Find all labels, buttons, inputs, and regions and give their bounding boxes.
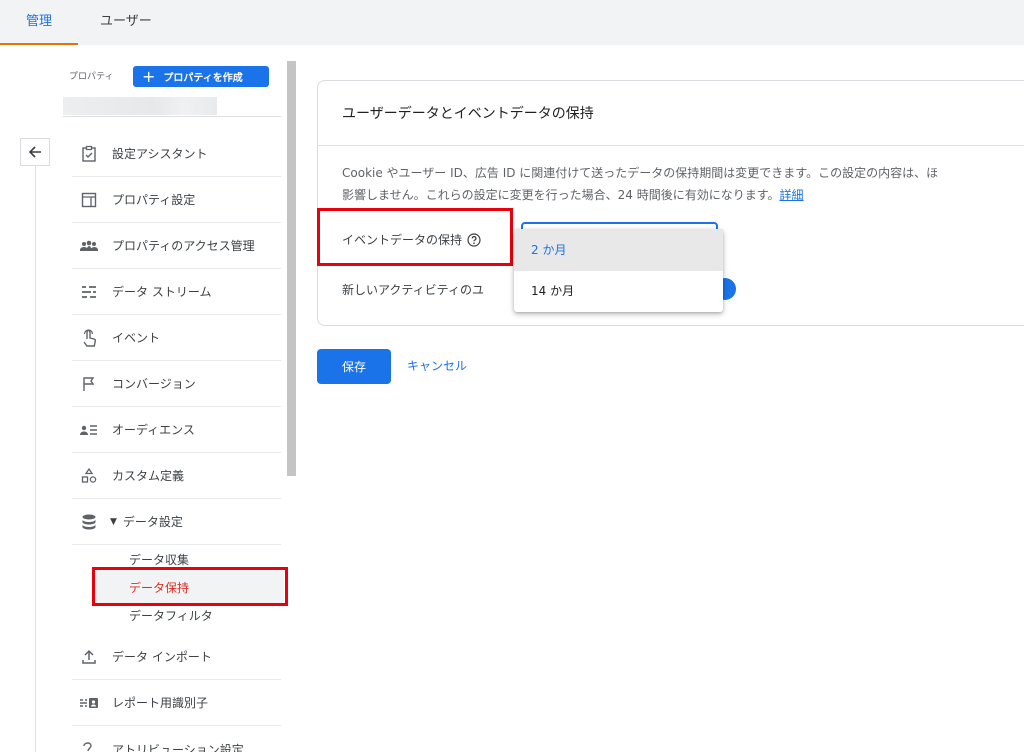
sidebar-item-custom-definitions[interactable]: カスタム定義: [72, 453, 281, 499]
database-icon: [78, 511, 100, 533]
streams-icon: [78, 281, 100, 303]
touch-icon: [78, 327, 100, 349]
sidebar-item-data-streams[interactable]: データ ストリーム: [72, 269, 281, 315]
sidebar-item-label: プロパティ設定: [112, 193, 196, 207]
caret-down-icon: ▼: [110, 516, 117, 527]
sidebar-subitem-data-collection[interactable]: データ収集: [129, 551, 189, 568]
arrow-left-icon: [28, 146, 41, 158]
active-subitem-highlight: [95, 571, 284, 604]
event-retention-text: イベントデータの保持: [342, 233, 463, 247]
tab-admin[interactable]: 管理: [0, 0, 78, 45]
sidebar-scrollbar[interactable]: [287, 61, 296, 476]
sidebar-item-events[interactable]: イベント: [72, 315, 281, 361]
description-text: 影響しません。これらの設定に変更を行った場合、24 時間後に有効になります。: [342, 188, 780, 202]
cancel-button[interactable]: キャンセル: [407, 357, 467, 374]
sidebar-item-label: コンバージョン: [112, 377, 196, 391]
retention-dropdown-menu: 2 か月 14 か月: [514, 229, 723, 312]
sidebar-item-conversions[interactable]: コンバージョン: [72, 361, 281, 407]
create-property-button[interactable]: + プロパティを作成: [133, 66, 269, 87]
event-retention-label: イベントデータの保持: [342, 231, 481, 248]
property-label: プロパティ: [69, 72, 114, 82]
card-description: Cookie やユーザー ID、広告 ID に関連付けて送ったデータの保持期間は…: [342, 162, 1024, 206]
property-selector-redacted[interactable]: [63, 97, 217, 115]
shapes-icon: [78, 465, 100, 487]
sidebar-item-property-settings[interactable]: プロパティ設定: [72, 177, 281, 223]
dropdown-option-14-months[interactable]: 14 か月: [514, 270, 723, 312]
learn-more-link[interactable]: 詳細: [780, 188, 804, 202]
top-tab-bar: 管理 ユーザー: [0, 0, 1024, 45]
sidebar-item-label: 設定アシスタント: [112, 147, 208, 161]
flag-icon: [78, 373, 100, 395]
sidebar-item-label: データ インポート: [112, 650, 212, 664]
clipboard-check-icon: [78, 143, 100, 165]
sidebar-item-label: レポート用識別子: [112, 696, 209, 710]
sidebar-item-label: データ設定: [122, 515, 183, 529]
people-icon: [78, 235, 100, 257]
sidebar-item-label: オーディエンス: [112, 423, 195, 437]
divider: [318, 145, 1024, 146]
attribution-icon: [78, 738, 100, 752]
sidebar-item-data-import[interactable]: データ インポート: [72, 634, 281, 680]
sidebar-subitem-data-filters[interactable]: データフィルタ: [129, 607, 213, 624]
description-line: 影響しません。これらの設定に変更を行った場合、24 時間後に有効になります。詳細: [342, 184, 1024, 206]
sidebar-item-setup-assistant[interactable]: 設定アシスタント: [72, 131, 281, 177]
sidebar-item-label: プロパティのアクセス管理: [112, 239, 255, 253]
help-icon[interactable]: [467, 232, 481, 247]
sidebar-item-label: イベント: [112, 331, 161, 345]
sidebar-item-access-management[interactable]: プロパティのアクセス管理: [72, 223, 281, 269]
sidebar-item-audiences[interactable]: オーディエンス: [72, 407, 281, 453]
sidebar-item-data-settings[interactable]: ▼ データ設定: [72, 499, 281, 545]
upload-icon: [78, 646, 100, 668]
identifier-icon: [78, 692, 100, 714]
plus-icon: +: [142, 66, 156, 86]
create-property-label: プロパティを作成: [163, 73, 243, 84]
layout-icon: [78, 189, 100, 211]
card-title: ユーザーデータとイベントデータの保持: [342, 106, 594, 122]
divider: [63, 116, 281, 117]
sidebar-item-label: カスタム定義: [112, 469, 185, 483]
save-button[interactable]: 保存: [317, 349, 391, 384]
dropdown-option-2-months[interactable]: 2 か月: [514, 229, 723, 271]
tab-users[interactable]: ユーザー: [100, 0, 160, 45]
sidebar-item-attribution-settings[interactable]: アトリビューション設定: [72, 726, 281, 752]
sidebar-item-reporting-identity[interactable]: レポート用識別子: [72, 680, 281, 726]
description-line: Cookie やユーザー ID、広告 ID に関連付けて送ったデータの保持期間は…: [342, 166, 939, 180]
back-button[interactable]: [20, 138, 50, 166]
sidebar-subitem-data-retention[interactable]: データ保持: [129, 579, 189, 596]
audience-icon: [78, 419, 100, 441]
reset-on-new-activity-label: 新しいアクティビティのユ: [342, 283, 484, 297]
sidebar-item-label: アトリビューション設定: [112, 742, 244, 752]
sidebar-rail: [35, 166, 36, 752]
sidebar-item-label: データ ストリーム: [112, 285, 212, 299]
